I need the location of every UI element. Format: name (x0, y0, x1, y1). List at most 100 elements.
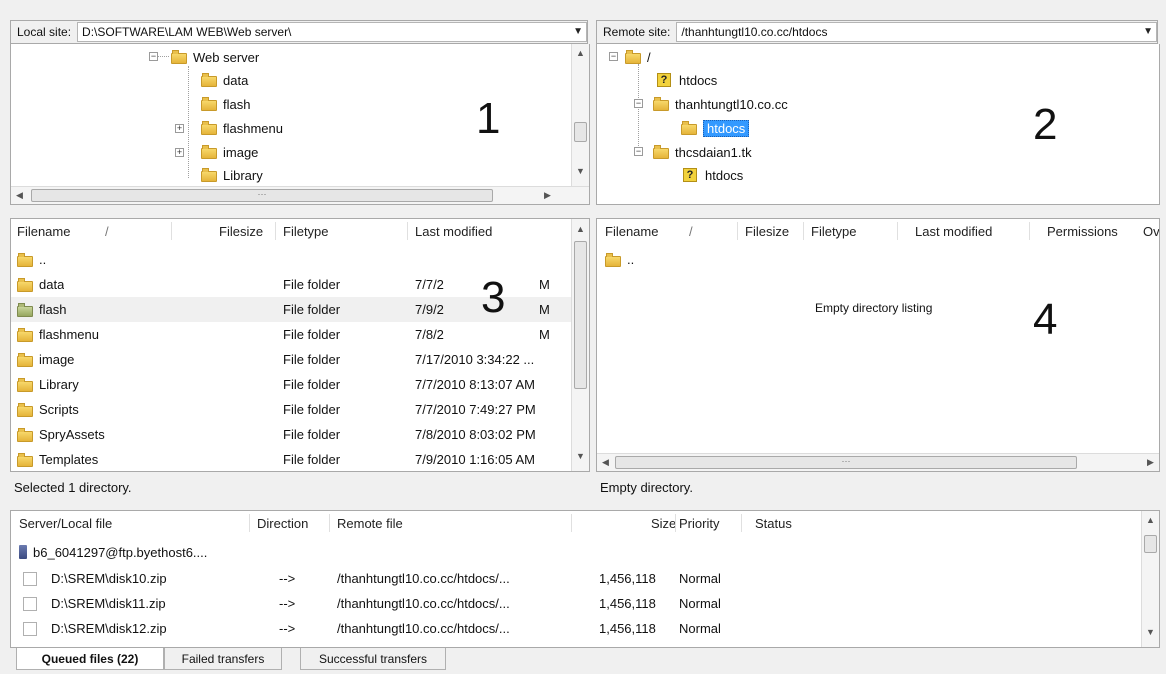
column-divider (1029, 222, 1030, 240)
collapse-icon[interactable]: − (149, 52, 158, 61)
table-row[interactable]: .. (597, 247, 1159, 272)
column-header-filesize[interactable]: Filesize (219, 219, 263, 243)
scroll-thumb[interactable]: ⋯ (615, 456, 1077, 469)
folder-icon (201, 73, 217, 87)
remote-tree-htdocs-root[interactable]: ? htdocs (657, 70, 717, 90)
folder-icon (17, 327, 33, 342)
local-site-label: Local site: (17, 25, 72, 39)
table-row[interactable]: SpryAssets File folder 7/8/2010 8:03:02 … (11, 422, 572, 447)
collapse-icon[interactable]: − (634, 99, 643, 108)
column-header-filetype[interactable]: Filetype (283, 219, 329, 243)
table-row[interactable]: Templates File folder 7/9/2010 1:16:05 A… (11, 447, 572, 471)
column-header-filename[interactable]: Filename (17, 219, 70, 243)
column-divider (803, 222, 804, 240)
scroll-left-icon[interactable]: ◀ (11, 190, 28, 201)
file-type: File folder (283, 377, 341, 392)
column-header-priority[interactable]: Priority (679, 511, 719, 535)
tree-label: thcsdaian1.tk (675, 144, 752, 160)
remote-site-path-input[interactable]: /thanhtungtl10.co.cc/htdocs ▼ (676, 22, 1157, 42)
file-type: File folder (283, 277, 341, 292)
collapse-icon[interactable]: − (609, 52, 618, 61)
collapse-icon[interactable]: − (634, 147, 643, 156)
queue-row[interactable]: D:\SREM\disk10.zip --> /thanhtungtl10.co… (11, 566, 1142, 591)
remote-list-hscrollbar[interactable]: ◀ ⋯ ▶ (597, 453, 1159, 471)
column-header-size[interactable]: Size (651, 511, 676, 535)
tree-label: htdocs (679, 72, 718, 88)
remote-tree-htdocs-selected[interactable]: htdocs (681, 118, 750, 138)
file-name-cell: data (17, 272, 64, 297)
queue-row[interactable]: D:\SREM\disk12.zip --> /thanhtungtl10.co… (11, 616, 1142, 641)
column-header-last-modified[interactable]: Last modified (415, 219, 492, 243)
expand-icon[interactable]: + (175, 124, 184, 133)
file-modified: 7/7/2 (415, 277, 444, 292)
column-header-permissions[interactable]: Permissions (1047, 219, 1118, 243)
local-list-vscrollbar[interactable]: ▲ ▼ (571, 219, 589, 471)
local-tree-image[interactable]: image (201, 142, 258, 162)
column-header-owner[interactable]: Ov (1143, 219, 1159, 243)
scroll-up-icon[interactable]: ▲ (572, 48, 589, 58)
local-tree-vscrollbar[interactable]: ▲ ▼ (571, 44, 589, 187)
file-name-cell: Scripts (17, 397, 79, 422)
local-tree-flashmenu[interactable]: flashmenu (201, 118, 283, 138)
local-site-path-input[interactable]: D:\SOFTWARE\LAM WEB\Web server\ ▼ (77, 22, 587, 42)
table-row[interactable]: image File folder 7/17/2010 3:34:22 ... (11, 347, 572, 372)
local-tree-data[interactable]: data (201, 70, 248, 90)
queue-local-cell: D:\SREM\disk12.zip (23, 616, 167, 641)
remote-tree-thcsdaian1[interactable]: thcsdaian1.tk (653, 142, 752, 162)
column-header-last-modified[interactable]: Last modified (915, 219, 992, 243)
scroll-up-icon[interactable]: ▲ (572, 224, 589, 234)
table-row[interactable]: Library File folder 7/7/2010 8:13:07 AM (11, 372, 572, 397)
question-folder-icon: ? (683, 168, 697, 182)
table-row[interactable]: flashmenu File folder 7/8/2 M (11, 322, 572, 347)
local-tree-web-server[interactable]: Web server (171, 47, 259, 67)
file-name-cell: flash (17, 297, 66, 322)
queue-row[interactable]: D:\SREM\disk11.zip --> /thanhtungtl10.co… (11, 591, 1142, 616)
table-row[interactable]: Scripts File folder 7/7/2010 7:49:27 PM (11, 397, 572, 422)
column-header-direction[interactable]: Direction (257, 511, 308, 535)
chevron-down-icon[interactable]: ▼ (1143, 26, 1153, 37)
file-name: Templates (39, 452, 99, 467)
column-header-remote-file[interactable]: Remote file (337, 511, 403, 535)
tab-queued-files[interactable]: Queued files (22) (16, 648, 164, 670)
column-header-filetype[interactable]: Filetype (811, 219, 857, 243)
queue-vscrollbar[interactable]: ▲ ▼ (1141, 511, 1159, 647)
remote-tree-thanhtungtl10[interactable]: thanhtungtl10.co.cc (653, 94, 788, 114)
column-divider (407, 222, 408, 240)
tree-label: Library (223, 167, 263, 183)
column-header-status[interactable]: Status (755, 511, 792, 535)
remote-tree-htdocs-thcs[interactable]: ? htdocs (683, 165, 743, 185)
scroll-up-icon[interactable]: ▲ (1142, 515, 1159, 525)
scroll-thumb[interactable] (574, 122, 587, 142)
file-modified: 7/17/2010 3:34:22 ... (415, 352, 535, 367)
scroll-down-icon[interactable]: ▼ (572, 451, 589, 461)
column-divider (897, 222, 898, 240)
folder-icon (17, 252, 33, 267)
queue-local-cell: D:\SREM\disk10.zip (23, 566, 167, 591)
tab-successful-transfers[interactable]: Successful transfers (300, 648, 446, 670)
tab-failed-transfers[interactable]: Failed transfers (164, 648, 282, 670)
column-header-filename[interactable]: Filename (605, 219, 658, 243)
remote-file-list: Filename / Filesize Filetype Last modifi… (596, 218, 1160, 472)
queue-server-row[interactable]: b6_6041297@ftp.byethost6.... (11, 541, 1142, 563)
column-header-filesize[interactable]: Filesize (745, 219, 789, 243)
chevron-down-icon[interactable]: ▼ (573, 26, 583, 37)
queue-local-file: D:\SREM\disk11.zip (51, 596, 166, 611)
file-name-cell: image (17, 347, 74, 372)
scroll-thumb[interactable] (574, 241, 587, 389)
expand-icon[interactable]: + (175, 148, 184, 157)
table-row[interactable]: .. (11, 247, 572, 272)
local-tree-library[interactable]: Library (201, 165, 263, 185)
queue-direction: --> (279, 621, 296, 636)
local-tree-hscrollbar[interactable]: ◀ ⋯ ▶ (11, 186, 589, 204)
local-tree-flash[interactable]: flash (201, 94, 250, 114)
column-header-server-local-file[interactable]: Server/Local file (19, 511, 112, 535)
file-name-cell: .. (605, 247, 634, 272)
scroll-thumb[interactable] (1144, 535, 1157, 553)
scroll-down-icon[interactable]: ▼ (1142, 627, 1159, 637)
scroll-right-icon[interactable]: ▶ (1142, 457, 1159, 468)
scroll-right-icon[interactable]: ▶ (539, 190, 556, 201)
scroll-left-icon[interactable]: ◀ (597, 457, 614, 468)
server-cell: b6_6041297@ftp.byethost6.... (19, 541, 207, 563)
scroll-thumb[interactable]: ⋯ (31, 189, 493, 202)
scroll-down-icon[interactable]: ▼ (572, 166, 589, 176)
